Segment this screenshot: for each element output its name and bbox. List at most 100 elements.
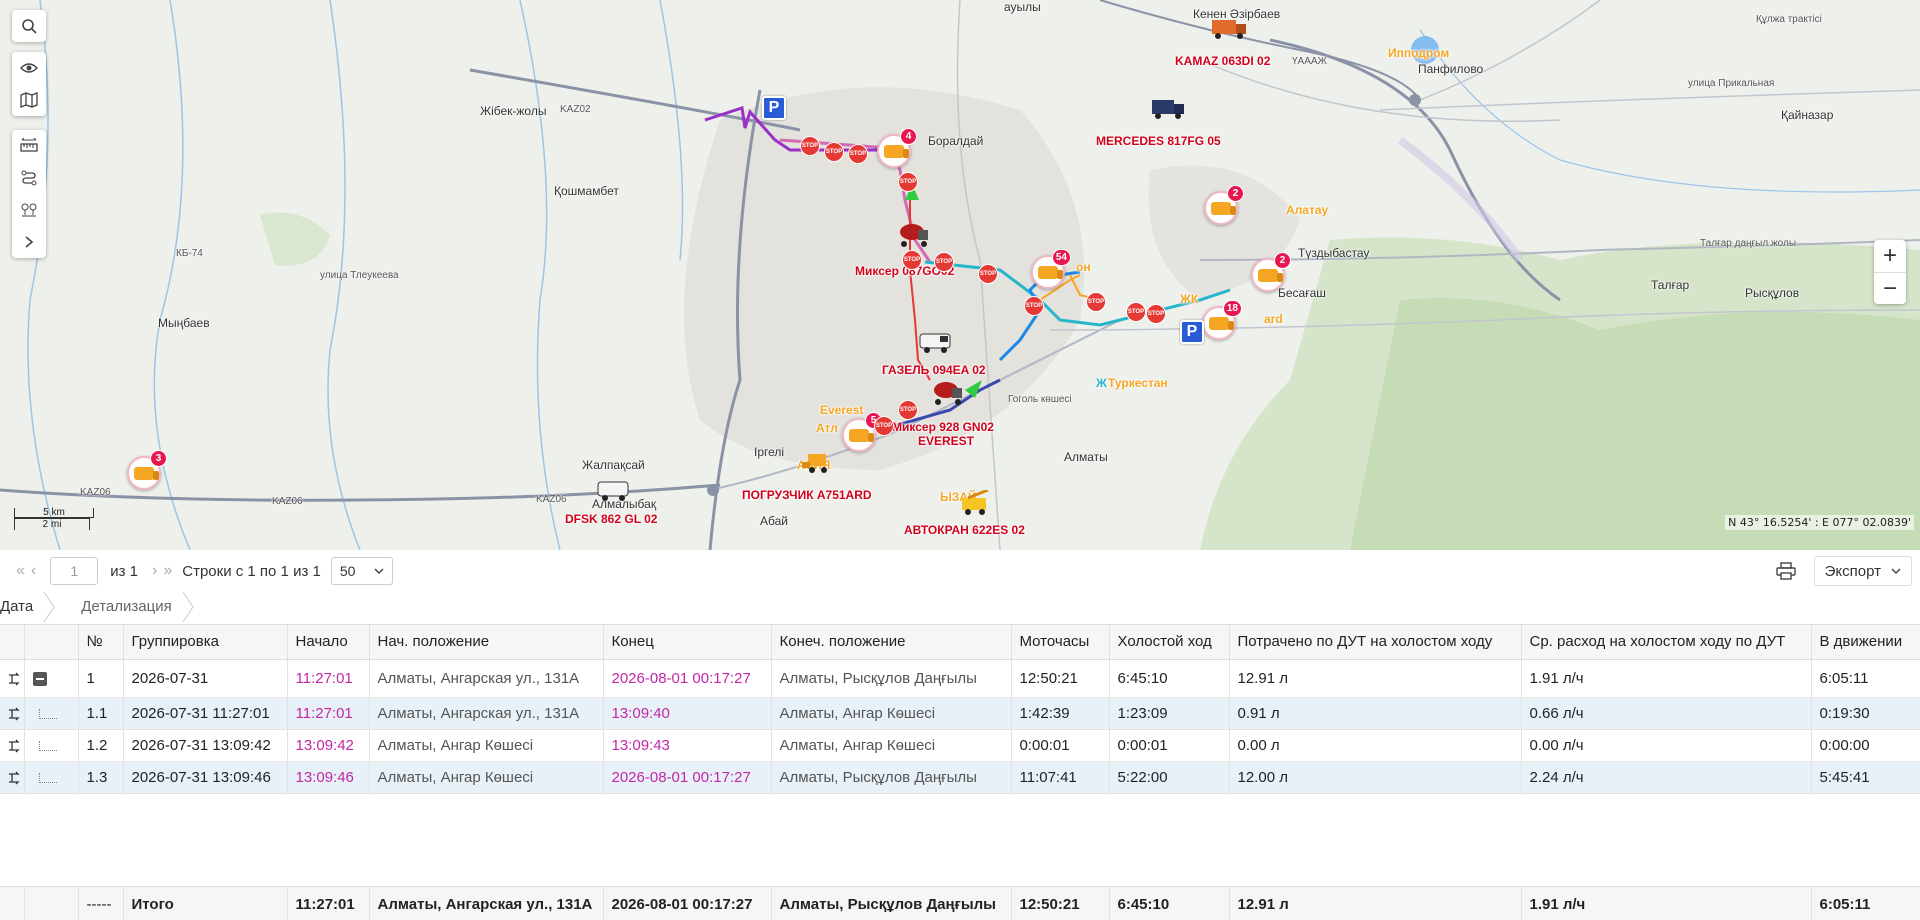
parking-icon[interactable]: P	[1180, 320, 1204, 344]
collapse-icon[interactable]	[32, 671, 47, 686]
page-number-input[interactable]: 1	[50, 557, 99, 585]
col-header[interactable]: Начало	[287, 625, 370, 660]
cursor-coordinates: N 43° 16.5254' : E 077° 02.0839'	[1725, 515, 1914, 530]
vehicle-group-marker[interactable]: 2	[1204, 185, 1244, 225]
vehicle-label-everest[interactable]: EVEREST	[918, 434, 974, 448]
cell-avg: 1.91 л/ч	[1521, 659, 1812, 698]
cell-end[interactable]: 13:09:40	[603, 697, 772, 730]
col-header[interactable]: Конеч. положение	[771, 625, 1012, 660]
stop-marker[interactable]: STOP	[1024, 296, 1044, 316]
col-header[interactable]: Нач. положение	[369, 625, 604, 660]
row-action-cell[interactable]	[0, 697, 25, 730]
print-button[interactable]	[1766, 556, 1806, 586]
row-toggle-cell[interactable]	[24, 659, 79, 698]
col-header[interactable]: Конец	[603, 625, 772, 660]
export-button[interactable]: Экспорт	[1813, 556, 1912, 586]
row-tree-cell	[24, 697, 79, 730]
loader-icon[interactable]	[800, 448, 834, 474]
truck-icon[interactable]	[1150, 96, 1186, 120]
next-page-button[interactable]: ›	[152, 562, 157, 580]
breadcrumb-detail[interactable]: Детализация	[55, 592, 194, 622]
cell-idle: 5:22:00	[1109, 761, 1230, 794]
table-row[interactable]: 1.2 2026-07-31 13:09:42 13:09:42 Алматы,…	[0, 729, 1920, 762]
row-tree-cell	[24, 761, 79, 794]
stop-marker[interactable]: STOP	[1086, 292, 1106, 312]
table-row[interactable]: 1 2026-07-31 11:27:01 Алматы, Ангарская …	[0, 659, 1920, 698]
cell-start[interactable]: 11:27:01	[287, 659, 370, 698]
cell-start[interactable]: 13:09:42	[287, 729, 370, 762]
col-header[interactable]: Моточасы	[1011, 625, 1110, 660]
stop-marker[interactable]: STOP	[848, 144, 868, 164]
col-header-icon	[0, 625, 25, 660]
col-header[interactable]: Ср. расход на холостом ходу по ДУТ	[1521, 625, 1812, 660]
cell-end[interactable]: 2026-08-01 00:17:27	[603, 659, 772, 698]
col-header[interactable]: Группировка	[123, 625, 288, 660]
zoom-in-button[interactable]: +	[1874, 240, 1906, 272]
stop-marker[interactable]: STOP	[934, 252, 954, 272]
van-icon[interactable]	[596, 478, 632, 502]
vehicle-label-kamaz[interactable]: KAMAZ 063DI 02	[1175, 54, 1270, 68]
measure-button[interactable]	[12, 130, 46, 162]
stop-marker[interactable]: STOP	[898, 172, 918, 192]
search-icon	[22, 19, 37, 34]
stop-marker[interactable]: STOP	[978, 264, 998, 284]
stop-marker[interactable]: STOP	[824, 142, 844, 162]
last-page-button[interactable]: »	[163, 562, 172, 580]
stop-marker[interactable]: STOP	[898, 400, 918, 420]
first-page-button[interactable]: «	[16, 562, 25, 580]
cell-avg: 2.24 л/ч	[1521, 761, 1812, 794]
cell-end[interactable]: 13:09:43	[603, 729, 772, 762]
cell-start[interactable]: 11:27:01	[287, 697, 370, 730]
route-button[interactable]	[12, 162, 46, 194]
table-row[interactable]: 1.3 2026-07-31 13:09:46 13:09:46 Алматы,…	[0, 761, 1920, 794]
col-header[interactable]: Потрачено по ДУТ на холостом ходу	[1229, 625, 1522, 660]
zoom-out-button[interactable]: −	[1874, 272, 1906, 304]
vehicle-group-marker[interactable]: 2	[1251, 252, 1291, 292]
row-action-cell[interactable]	[0, 659, 25, 698]
vehicle-group-marker[interactable]: 54	[1031, 249, 1071, 289]
row-action-cell[interactable]	[0, 729, 25, 762]
cell-start-pos: Алматы, Ангарская ул., 131А	[369, 659, 604, 698]
vehicle-label-dfsk[interactable]: DFSK 862 GL 02	[565, 512, 657, 526]
col-header[interactable]: №	[78, 625, 124, 660]
geozones-button[interactable]	[12, 194, 46, 226]
stop-marker[interactable]: STOP	[874, 416, 894, 436]
mixer-icon[interactable]	[930, 378, 966, 406]
map-view[interactable]: ауылы Кенен Әзірбаев Жібек-жолы Боралдай…	[0, 0, 1920, 550]
stop-marker[interactable]: STOP	[902, 250, 922, 270]
van-icon[interactable]	[918, 330, 954, 354]
col-header[interactable]: Холостой ход	[1109, 625, 1230, 660]
truck-icon[interactable]	[1208, 14, 1248, 42]
vehicle-label-loader[interactable]: ПОГРУЗЧИК A751ARD	[742, 488, 872, 502]
stop-marker[interactable]: STOP	[800, 136, 820, 156]
col-header[interactable]: В движении	[1811, 625, 1920, 660]
table-row[interactable]: 1.1 2026-07-31 11:27:01 11:27:01 Алматы,…	[0, 697, 1920, 730]
prev-page-button[interactable]: ‹	[31, 562, 36, 580]
search-button[interactable]	[12, 10, 46, 42]
totals-start-pos: Алматы, Ангарская ул., 131А	[369, 887, 604, 920]
vehicle-group-marker[interactable]: 3	[127, 450, 167, 490]
rows-per-page-select[interactable]: 50	[330, 557, 393, 585]
parking-icon[interactable]: P	[762, 96, 786, 120]
breadcrumb-date[interactable]: Дата	[0, 592, 55, 622]
visibility-button[interactable]	[12, 52, 46, 84]
stop-marker[interactable]: STOP	[1146, 304, 1166, 324]
vehicle-group-marker[interactable]: 5	[842, 412, 882, 452]
expand-toolbar-button[interactable]	[12, 226, 46, 258]
stop-marker[interactable]: STOP	[1126, 302, 1146, 322]
vehicle-label-crane[interactable]: АВТОКРАН 622ES 02	[904, 523, 1025, 537]
zone-label: Алатау	[1286, 203, 1329, 217]
mixer-truck-icon	[1038, 265, 1063, 279]
map-layers-button[interactable]	[12, 84, 46, 116]
vehicle-group-marker[interactable]: 4	[877, 128, 917, 168]
vehicle-label-mercedes[interactable]: MERCEDES 817FG 05	[1096, 134, 1221, 148]
vehicle-label-gazel[interactable]: ГАЗЕЛЬ 094EA 02	[882, 363, 986, 377]
totals-moving: 6:05:11	[1811, 887, 1920, 920]
row-action-cell[interactable]	[0, 761, 25, 794]
cell-end[interactable]: 2026-08-01 00:17:27	[603, 761, 772, 794]
cell-start[interactable]: 13:09:46	[287, 761, 370, 794]
vehicle-group-marker[interactable]: 18	[1202, 300, 1242, 340]
mixer-icon[interactable]	[896, 220, 932, 248]
vehicle-label-mixer928[interactable]: Миксер 928 GN02	[892, 420, 994, 434]
crane-icon[interactable]	[958, 490, 994, 516]
